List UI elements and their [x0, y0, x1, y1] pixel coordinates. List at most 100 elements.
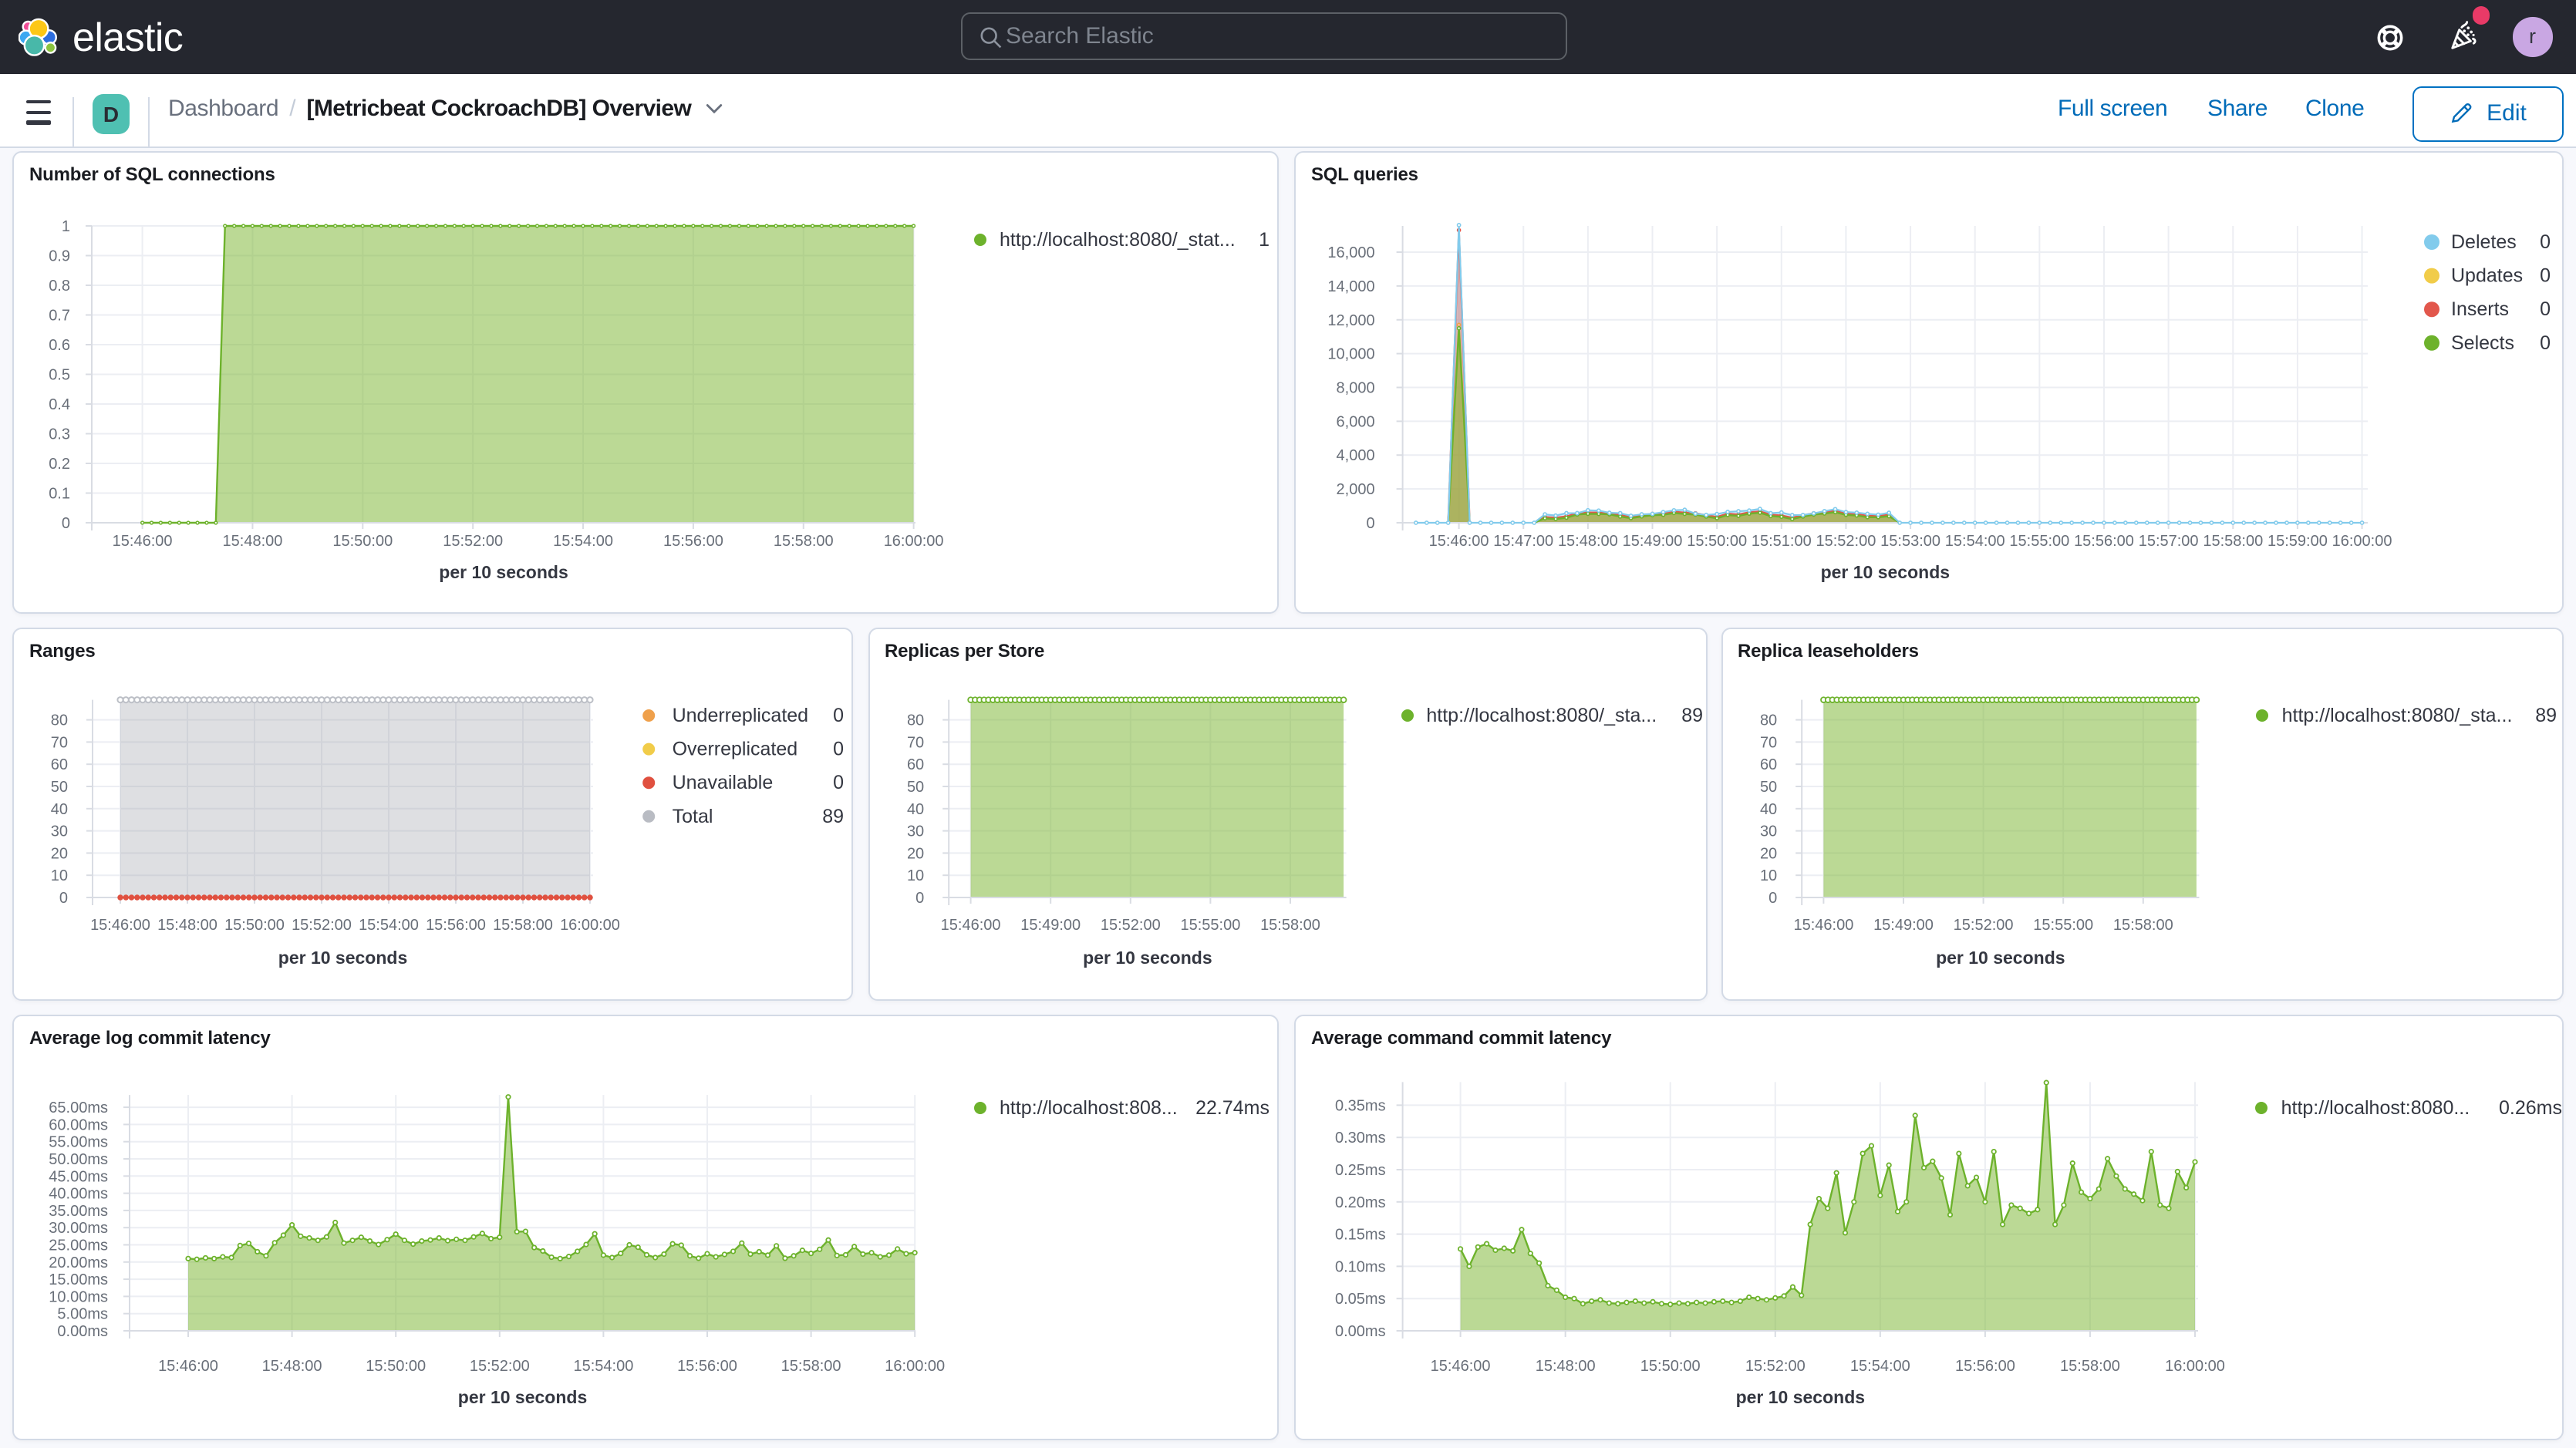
svg-text:10.00ms: 10.00ms — [49, 1288, 108, 1305]
svg-text:15:54:00: 15:54:00 — [359, 917, 419, 934]
svg-text:20: 20 — [906, 845, 923, 862]
svg-text:0.35ms: 0.35ms — [1335, 1097, 1386, 1114]
svg-text:15:46:00: 15:46:00 — [940, 917, 1000, 934]
svg-text:per 10 seconds: per 10 seconds — [458, 1387, 587, 1407]
svg-text:50.00ms: 50.00ms — [49, 1151, 108, 1168]
svg-text:0: 0 — [2540, 298, 2551, 320]
svg-text:60: 60 — [51, 756, 68, 773]
svg-text:15:56:00: 15:56:00 — [426, 917, 486, 934]
svg-text:15:52:00: 15:52:00 — [1100, 917, 1160, 934]
svg-text:15:50:00: 15:50:00 — [1640, 1358, 1701, 1375]
svg-text:0.5: 0.5 — [49, 367, 70, 384]
svg-text:0: 0 — [59, 890, 68, 907]
svg-text:40.00ms: 40.00ms — [49, 1186, 108, 1203]
svg-text:15:49:00: 15:49:00 — [1873, 917, 1933, 934]
svg-text:0: 0 — [1768, 890, 1776, 907]
svg-text:12,000: 12,000 — [1327, 312, 1374, 329]
svg-text:30: 30 — [1759, 823, 1776, 840]
svg-text:per 10 seconds: per 10 seconds — [1821, 562, 1950, 582]
svg-text:per 10 seconds: per 10 seconds — [1082, 948, 1211, 968]
svg-text:25.00ms: 25.00ms — [49, 1238, 108, 1254]
svg-text:15:46:00: 15:46:00 — [90, 917, 150, 934]
svg-text:60: 60 — [1759, 756, 1776, 773]
svg-text:65.00ms: 65.00ms — [49, 1099, 108, 1116]
svg-text:0: 0 — [1366, 515, 1374, 532]
svg-text:70: 70 — [1759, 734, 1776, 751]
svg-text:40: 40 — [1759, 801, 1776, 818]
svg-text:0: 0 — [833, 705, 844, 726]
svg-text:http://localhost:8080/_stat...: http://localhost:8080/_stat... — [1000, 229, 1236, 251]
svg-text:Inserts: Inserts — [2451, 298, 2509, 320]
svg-text:0.3: 0.3 — [49, 426, 70, 443]
svg-text:0: 0 — [62, 515, 70, 532]
svg-text:89: 89 — [2534, 705, 2556, 726]
svg-text:0.05ms: 0.05ms — [1335, 1291, 1386, 1308]
svg-text:15:54:00: 15:54:00 — [1945, 533, 2005, 550]
svg-text:15:51:00: 15:51:00 — [1752, 533, 1812, 550]
svg-text:0.4: 0.4 — [49, 396, 70, 413]
svg-text:0: 0 — [2540, 265, 2551, 287]
svg-text:15:46:00: 15:46:00 — [1431, 1358, 1491, 1375]
svg-text:22.74ms: 22.74ms — [1195, 1097, 1269, 1119]
svg-text:50: 50 — [906, 779, 923, 796]
svg-text:Underreplicated: Underreplicated — [673, 705, 809, 726]
svg-text:15:52:00: 15:52:00 — [1745, 1358, 1806, 1375]
svg-text:80: 80 — [1759, 712, 1776, 729]
svg-text:15:58:00: 15:58:00 — [2060, 1358, 2120, 1375]
svg-text:0: 0 — [915, 890, 923, 907]
svg-text:35.00ms: 35.00ms — [49, 1203, 108, 1220]
svg-text:30: 30 — [906, 823, 923, 840]
svg-text:Updates: Updates — [2451, 265, 2523, 287]
svg-text:70: 70 — [906, 734, 923, 751]
svg-text:1: 1 — [62, 218, 70, 235]
svg-text:15.00ms: 15.00ms — [49, 1271, 108, 1288]
svg-text:15:50:00: 15:50:00 — [1687, 533, 1747, 550]
svg-text:0.26ms: 0.26ms — [2499, 1097, 2562, 1119]
svg-text:15:55:00: 15:55:00 — [1179, 917, 1239, 934]
svg-text:0.10ms: 0.10ms — [1335, 1258, 1386, 1275]
svg-text:15:52:00: 15:52:00 — [1816, 533, 1876, 550]
svg-text:http://localhost:8080/_sta...: http://localhost:8080/_sta... — [1425, 705, 1656, 726]
svg-text:15:47:00: 15:47:00 — [1493, 533, 1553, 550]
svg-text:45.00ms: 45.00ms — [49, 1168, 108, 1185]
svg-text:50: 50 — [51, 779, 68, 796]
svg-text:15:52:00: 15:52:00 — [470, 1358, 530, 1375]
svg-text:14,000: 14,000 — [1327, 278, 1374, 295]
svg-text:16,000: 16,000 — [1327, 244, 1374, 261]
svg-text:10: 10 — [906, 867, 923, 884]
svg-text:89: 89 — [822, 806, 844, 827]
svg-text:20: 20 — [51, 845, 68, 862]
svg-text:15:58:00: 15:58:00 — [781, 1358, 841, 1375]
svg-text:per 10 seconds: per 10 seconds — [1935, 948, 2064, 968]
svg-text:16:00:00: 16:00:00 — [560, 917, 620, 934]
svg-text:20: 20 — [1759, 845, 1776, 862]
svg-text:80: 80 — [51, 712, 68, 729]
svg-text:Unavailable: Unavailable — [673, 772, 774, 793]
svg-text:15:48:00: 15:48:00 — [262, 1358, 322, 1375]
svg-text:16:00:00: 16:00:00 — [2165, 1358, 2225, 1375]
svg-text:15:48:00: 15:48:00 — [157, 917, 217, 934]
svg-text:15:54:00: 15:54:00 — [1850, 1358, 1910, 1375]
svg-text:6,000: 6,000 — [1337, 413, 1375, 430]
svg-text:15:54:00: 15:54:00 — [553, 533, 613, 550]
svg-text:15:52:00: 15:52:00 — [1953, 917, 2013, 934]
svg-text:40: 40 — [906, 801, 923, 818]
svg-text:15:59:00: 15:59:00 — [2267, 533, 2328, 550]
svg-text:15:50:00: 15:50:00 — [224, 917, 285, 934]
svg-text:http://localhost:8080...: http://localhost:8080... — [2281, 1097, 2470, 1119]
svg-text:15:57:00: 15:57:00 — [2139, 533, 2199, 550]
svg-text:15:48:00: 15:48:00 — [223, 533, 283, 550]
svg-text:55.00ms: 55.00ms — [49, 1134, 108, 1151]
svg-text:15:52:00: 15:52:00 — [443, 533, 503, 550]
svg-text:20.00ms: 20.00ms — [49, 1254, 108, 1271]
svg-text:16:00:00: 16:00:00 — [2332, 533, 2392, 550]
svg-text:5.00ms: 5.00ms — [57, 1306, 108, 1323]
svg-text:0.1: 0.1 — [49, 486, 70, 503]
svg-text:8,000: 8,000 — [1337, 380, 1375, 397]
svg-text:Deletes: Deletes — [2451, 231, 2517, 253]
svg-text:http://localhost:8080/_sta...: http://localhost:8080/_sta... — [2281, 705, 2512, 726]
svg-text:0: 0 — [833, 739, 844, 760]
svg-text:15:46:00: 15:46:00 — [1429, 533, 1489, 550]
svg-text:15:54:00: 15:54:00 — [573, 1358, 633, 1375]
svg-text:15:58:00: 15:58:00 — [774, 533, 834, 550]
